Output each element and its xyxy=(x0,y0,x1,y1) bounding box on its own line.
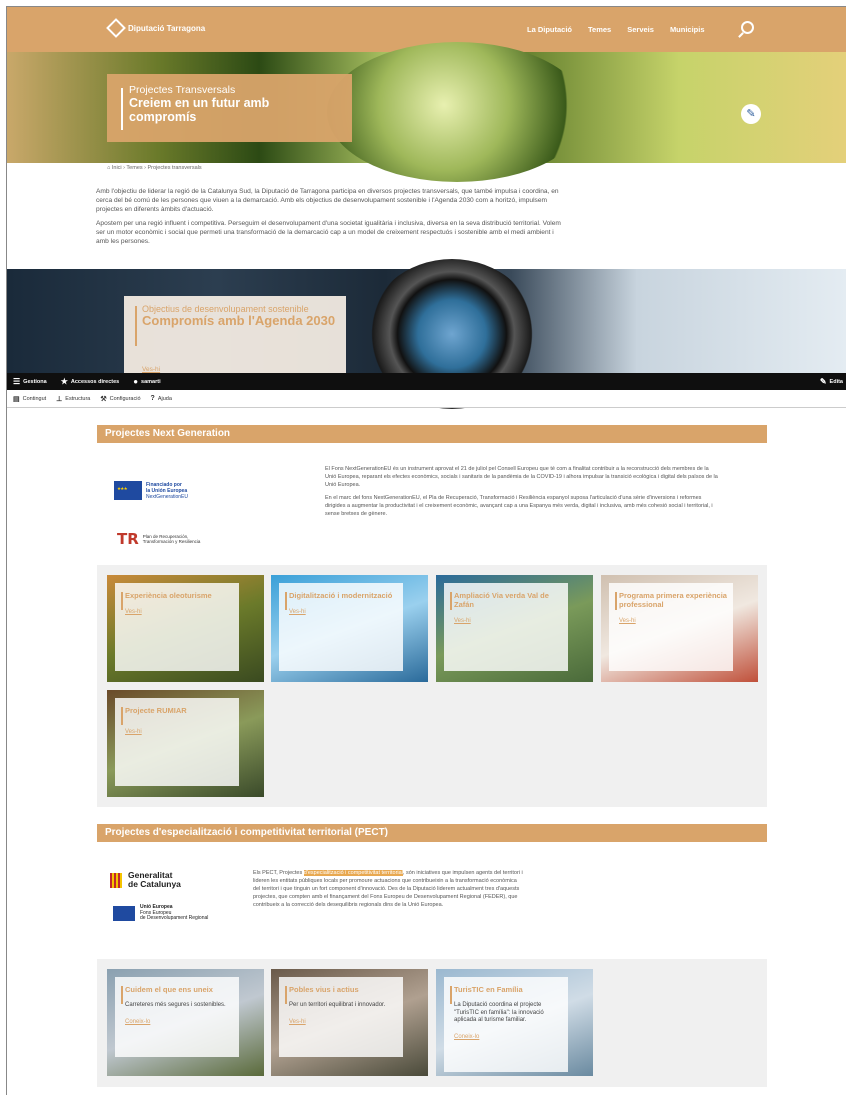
card-title: Pobles vius i actius xyxy=(289,985,359,994)
tray-content[interactable]: ▤ Contingut xyxy=(13,395,46,403)
tray-configuration[interactable]: ⚒ Configuració xyxy=(100,395,140,403)
card-link[interactable]: Ves-hi xyxy=(125,729,142,735)
project-card[interactable]: Experiència oleoturisme Ves-hi xyxy=(107,575,264,682)
document-icon: ▤ xyxy=(13,395,20,403)
next-generation-text: El Fons NextGenerationEU és un instrumen… xyxy=(325,465,720,523)
pect-card[interactable]: TurisTIC en Família La Diputació coordin… xyxy=(436,969,593,1076)
agenda-caption: Objectius de desenvolupament sostenible … xyxy=(124,296,346,379)
card-link[interactable]: Coneix-lo xyxy=(125,1019,150,1025)
card-subtitle: La Diputació coordina el projecte "Turis… xyxy=(454,1002,544,1023)
pencil-icon[interactable]: ✎ xyxy=(741,104,761,124)
card-link[interactable]: Ves-hi xyxy=(289,1019,306,1025)
agenda-banner: Objectius de desenvolupament sostenible … xyxy=(7,259,846,409)
card-title: Programa primera experiència professiona… xyxy=(619,591,727,609)
hero-banner: Projectes Transversals Creiem en un futu… xyxy=(7,42,846,182)
card-title: Digitalització i modernització xyxy=(289,591,393,600)
logo-icon xyxy=(106,18,126,38)
menu-icon: ☰ xyxy=(13,377,21,386)
card-title: Ampliació Via verda Val de Zafán xyxy=(454,591,549,609)
card-title: Experiència oleoturisme xyxy=(125,591,212,600)
nav-item-municipis[interactable]: Municipis xyxy=(670,25,705,34)
eu-funding-logo: Financiado por la Unión Europea NextGene… xyxy=(114,481,188,500)
gencat-line: de Catalunya xyxy=(128,879,181,889)
senyera-icon xyxy=(110,872,122,888)
card-subtitle: Carreteres més segures i sostenibles. xyxy=(125,1002,226,1008)
pect-text: Els PECT, Projectes d'especialització i … xyxy=(253,869,523,909)
ng-paragraph-2: En el marc del fons NextGenerationEU, el… xyxy=(325,495,713,517)
nav-item-la-diputacio[interactable]: La Diputació xyxy=(527,25,572,34)
intro-paragraph-1: Amb l'objectiu de liderar la regió de la… xyxy=(96,188,559,214)
hero-image xyxy=(327,42,587,182)
card-title: Projecte RUMIAR xyxy=(125,706,187,715)
project-card[interactable]: Programa primera experiència professiona… xyxy=(601,575,758,682)
card-title: Cuidem el que ens uneix xyxy=(125,985,213,994)
toolbar-manage[interactable]: ☰ Gestiona xyxy=(13,377,47,386)
project-card[interactable]: Digitalització i modernització Ves-hi xyxy=(271,575,428,682)
page: Diputació Tarragona La Diputació Temes S… xyxy=(6,6,846,1095)
brand-name: Diputació Tarragona xyxy=(128,23,206,33)
toolbar-user[interactable]: ● samarti xyxy=(133,377,160,386)
main-nav: La Diputació Temes Serveis Municipis xyxy=(527,25,705,34)
site-logo[interactable]: Diputació Tarragona xyxy=(106,18,206,38)
hero-caption: Projectes Transversals Creiem en un futu… xyxy=(107,74,352,142)
project-card[interactable]: Projecte RUMIAR Ves-hi xyxy=(107,690,264,797)
intro-paragraph-2: Apostem per una regió influent i competi… xyxy=(96,220,561,246)
card-subtitle: Per un territori equilibrat i innovador. xyxy=(289,1002,386,1008)
section-title-pect: Projectes d'especialització i competitiv… xyxy=(97,824,767,842)
tr-badge-line: Transformación y Resiliencia xyxy=(142,539,201,544)
pect-highlight: d'especialització i competitivitat terri… xyxy=(303,870,403,876)
eu-badge-line: Financiado por xyxy=(146,481,182,488)
project-card[interactable]: Ampliació Via verda Val de Zafán Ves-hi xyxy=(436,575,593,682)
hero-title: Creiem en un futur amb compromís xyxy=(129,96,270,124)
recovery-plan-logo: TR Plan de Recuperación, Transformación … xyxy=(117,530,200,548)
tray-help[interactable]: ? Ajuda xyxy=(151,395,172,402)
card-link[interactable]: Coneix-lo xyxy=(454,1034,479,1040)
pencil-icon: ✎ xyxy=(819,377,827,386)
tray-structure[interactable]: ⊥ Estructura xyxy=(56,395,90,403)
pect-card[interactable]: Pobles vius i actius Per un territori eq… xyxy=(271,969,428,1076)
agenda-link[interactable]: Ves-hi xyxy=(142,366,160,373)
tr-logo-icon: TR xyxy=(117,530,139,548)
eu-flag-icon xyxy=(114,481,142,500)
structure-icon: ⊥ xyxy=(56,395,63,403)
help-icon: ? xyxy=(150,395,155,402)
breadcrumb-text: Inici › Temes › Projectes transversals xyxy=(111,165,202,171)
generalitat-logo: Generalitat de Catalunya xyxy=(110,871,181,889)
feder-logo: Unió Europea Fons Europeu de Desenvolupa… xyxy=(113,904,209,922)
wrench-icon: ⚒ xyxy=(100,395,107,403)
agenda-title: Compromís amb l'Agenda 2030 xyxy=(142,313,336,328)
eu-badge-line: NextGenerationEU xyxy=(146,493,188,500)
nav-item-serveis[interactable]: Serveis xyxy=(627,25,654,34)
breadcrumb[interactable]: ⌂ Inici › Temes › Projectes transversals xyxy=(107,165,202,171)
star-icon: ★ xyxy=(60,377,68,386)
pect-text-part: Els PECT, Projectes xyxy=(253,870,304,876)
card-link[interactable]: Ves-hi xyxy=(125,609,142,615)
eu-flag-icon xyxy=(113,905,135,921)
card-link[interactable]: Ves-hi xyxy=(619,618,636,624)
ue-line: de Desenvolupament Regional xyxy=(140,915,209,921)
user-icon: ● xyxy=(133,377,139,386)
intro-text: Amb l'objectiu de liderar la regió de la… xyxy=(96,187,561,252)
ng-paragraph-1: El Fons NextGenerationEU és un instrumen… xyxy=(325,466,718,488)
admin-tray: ▤ Contingut ⊥ Estructura ⚒ Configuració ? Aj… xyxy=(7,390,846,408)
eu-badge-line: la Unión Europea xyxy=(146,487,188,494)
section-title-next-generation: Projectes Next Generation xyxy=(97,425,767,443)
search-icon[interactable] xyxy=(741,21,754,34)
card-link[interactable]: Ves-hi xyxy=(289,609,306,615)
admin-toolbar: ☰ Gestiona ★ Accessos directes ● samarti ✎ E… xyxy=(7,373,846,390)
pect-card[interactable]: Cuidem el que ens uneix Carreteres més s… xyxy=(107,969,264,1076)
card-title: TurisTIC en Família xyxy=(454,985,523,994)
nav-item-temes[interactable]: Temes xyxy=(588,25,611,34)
card-link[interactable]: Ves-hi xyxy=(454,618,471,624)
toolbar-shortcuts[interactable]: ★ Accessos directes xyxy=(61,377,119,386)
hero-kicker: Projectes Transversals xyxy=(129,84,236,96)
toolbar-edit[interactable]: ✎ Edita xyxy=(820,377,843,386)
